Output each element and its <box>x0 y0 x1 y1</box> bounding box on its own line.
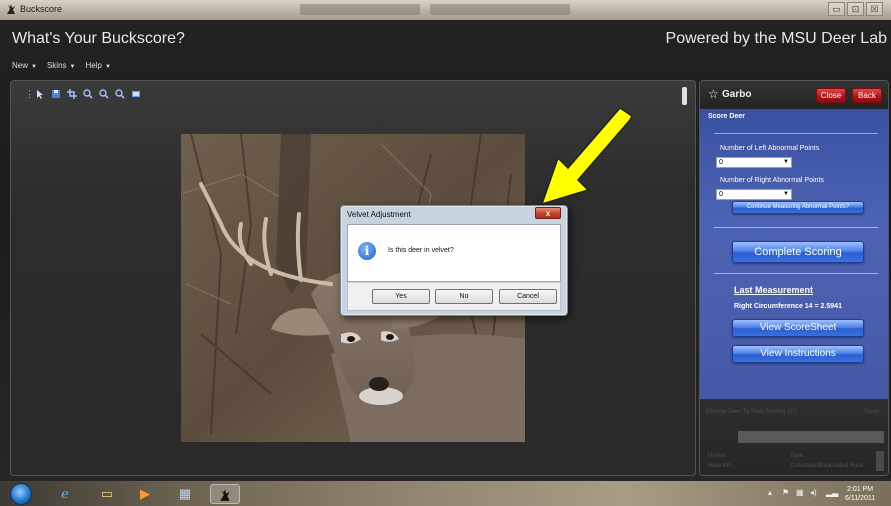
view-instructions-button[interactable]: View Instructions <box>732 345 864 363</box>
taskbar: ℯ ▭ ▶ ▦ ▴ ⚑ ▦ ◂) ▂▃ 2:01 PM 6/11/2011 <box>0 481 891 506</box>
powered-by-text: Powered by the MSU Deer Lab <box>665 30 887 47</box>
clock-date: 6/11/2011 <box>845 495 876 502</box>
complete-scoring-button[interactable]: Complete Scoring <box>732 241 864 263</box>
last-measurement-title: Last Measurement <box>734 285 814 295</box>
buckscore-taskbar-icon[interactable] <box>210 484 240 504</box>
signal-icon[interactable]: ▂▃ <box>826 488 838 497</box>
info-icon: i <box>358 242 376 260</box>
blurred-background-tab <box>430 4 570 15</box>
show-hidden-icons[interactable]: ▴ <box>768 488 772 497</box>
left-abnormal-select[interactable]: 0 ▼ <box>716 157 792 168</box>
no-button[interactable]: No <box>435 289 493 304</box>
right-abnormal-label: Number of Right Abnormal Points <box>720 177 824 184</box>
app-heading: What's Your Buckscore? <box>12 30 185 47</box>
deer-name: Garbo <box>722 89 752 100</box>
deer-list-heading: Choose Deer To Start Scoring (57) <box>706 409 798 415</box>
save-icon[interactable] <box>51 89 61 99</box>
pointer-icon[interactable] <box>35 89 45 99</box>
window-title: Buckscore <box>20 4 63 14</box>
menu-skins[interactable]: Skins ▼ <box>47 61 76 70</box>
zoom-out-icon[interactable] <box>99 89 109 99</box>
deer-list-row-hunter[interactable]: Buck Bill <box>708 463 731 469</box>
maximize-button[interactable]: ⊡ <box>847 2 864 16</box>
right-abnormal-value: 0 <box>719 191 723 198</box>
left-abnormal-value: 0 <box>719 159 723 166</box>
window-titlebar: Buckscore ▭ ⊡ ☒ <box>0 0 891 20</box>
back-button[interactable]: Back <box>852 88 882 103</box>
score-deer-section: Score Deer Number of Left Abnormal Point… <box>700 109 888 399</box>
view-scoresheet-button[interactable]: View ScoreSheet <box>732 319 864 337</box>
scoring-side-panel: ☆ Garbo Close Back Score Deer Number of … <box>699 80 889 476</box>
deer-list-search-bar[interactable] <box>738 431 884 443</box>
deer-list-row-type[interactable]: Columbia Black-tailed Buck <box>790 463 863 469</box>
chevron-down-icon: ▼ <box>69 64 76 70</box>
chevron-down-icon: ▼ <box>104 64 111 70</box>
divider <box>714 227 878 228</box>
cancel-button[interactable]: Cancel <box>499 289 557 304</box>
clock-time: 2:01 PM <box>847 486 874 493</box>
dialog-title: Velvet Adjustment <box>347 210 411 219</box>
calendar-icon[interactable]: ▦ <box>170 484 200 504</box>
buckscore-app-icon <box>5 3 17 18</box>
panel-handle[interactable] <box>682 87 687 105</box>
menu-skins-label: Skins <box>46 61 67 70</box>
crop-icon[interactable] <box>67 89 77 99</box>
deer-list-section: Choose Deer To Start Scoring (57) Squirr… <box>700 399 888 475</box>
section-title: Score Deer <box>708 113 745 120</box>
image-toolbar: ⋮ <box>25 89 141 99</box>
deer-list-heading-right: Squirr <box>864 409 881 415</box>
minimize-button[interactable]: ▭ <box>828 2 845 16</box>
blurred-background-tab <box>300 4 420 15</box>
network-icon[interactable]: ▦ <box>796 488 804 497</box>
menu-bar: New ▼ Skins ▼ Help ▼ <box>12 61 111 70</box>
image-icon[interactable] <box>131 89 141 99</box>
dialog-body: i Is this deer in velvet? <box>347 224 561 282</box>
menu-help[interactable]: Help ▼ <box>85 61 110 70</box>
dialog-message: Is this deer in velvet? <box>388 247 454 254</box>
chevron-down-icon: ▼ <box>783 191 789 197</box>
zoom-fit-icon[interactable] <box>115 89 125 99</box>
grip-icon: ⋮ <box>25 89 34 99</box>
volume-icon[interactable]: ◂) <box>810 488 817 497</box>
internet-explorer-icon[interactable]: ℯ <box>50 484 80 504</box>
folder-icon[interactable]: ▭ <box>92 484 122 504</box>
close-button[interactable]: Close <box>816 88 846 103</box>
start-button[interactable] <box>10 483 32 505</box>
left-abnormal-label: Number of Left Abnormal Points <box>720 145 820 152</box>
menu-new[interactable]: New ▼ <box>12 61 37 70</box>
continue-measuring-button[interactable]: Continue Measuring Abnormal Points? <box>732 201 864 214</box>
side-panel-header: ☆ Garbo Close Back <box>700 81 888 109</box>
chevron-down-icon: ▼ <box>783 159 789 165</box>
action-center-icon[interactable]: ⚑ <box>782 488 789 497</box>
dialog-button-bar: Yes No Cancel <box>347 283 561 311</box>
deer-list-column-hunter: Hunter <box>708 453 727 459</box>
right-abnormal-select[interactable]: 0 ▼ <box>716 189 792 200</box>
deer-list-column-type: Type <box>790 453 804 459</box>
chevron-down-icon: ▼ <box>31 64 37 70</box>
zoom-in-icon[interactable] <box>83 89 93 99</box>
yes-button[interactable]: Yes <box>372 289 430 304</box>
last-measurement-value: Right Circumference 14 = 2.5941 <box>734 303 842 310</box>
velvet-adjustment-dialog: Velvet Adjustment x i Is this deer in ve… <box>340 205 568 316</box>
media-player-icon[interactable]: ▶ <box>130 484 160 504</box>
menu-help-label: Help <box>85 61 102 70</box>
taskbar-clock[interactable]: 2:01 PM 6/11/2011 <box>845 485 875 503</box>
yellow-arrow-annotation <box>528 107 638 213</box>
divider <box>714 133 878 134</box>
divider <box>714 273 878 274</box>
star-icon[interactable]: ☆ <box>708 87 719 101</box>
menu-new-label: New <box>12 61 29 70</box>
window-close-button[interactable]: ☒ <box>866 2 883 16</box>
deer-list-scrollbar[interactable] <box>876 451 884 471</box>
